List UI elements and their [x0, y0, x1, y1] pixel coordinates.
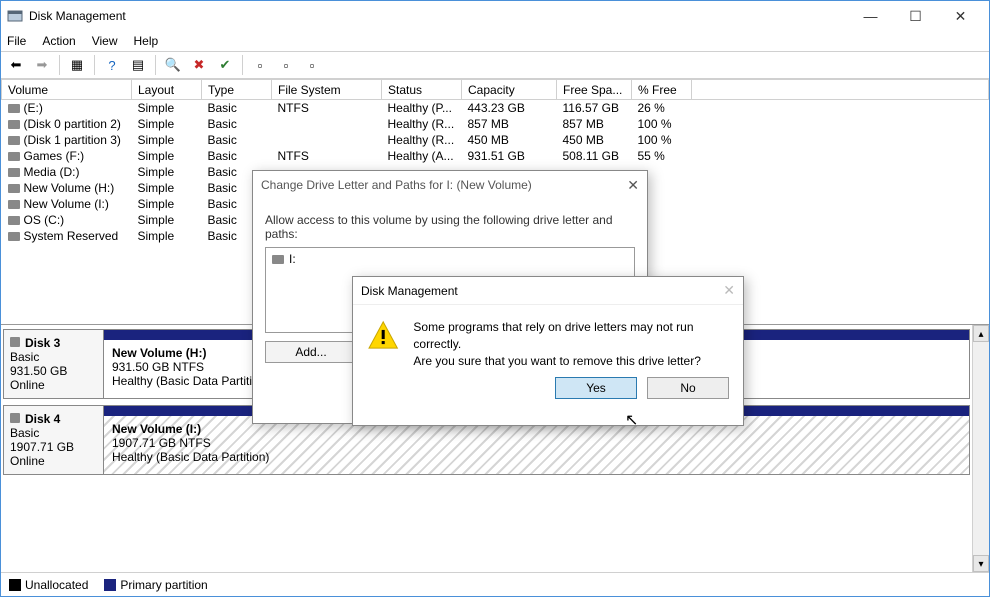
col-fs[interactable]: File System: [272, 80, 382, 100]
col-free[interactable]: Free Spa...: [557, 80, 632, 100]
yes-button[interactable]: Yes: [555, 377, 637, 399]
dialog-title: Change Drive Letter and Paths for I: (Ne…: [261, 178, 532, 192]
maximize-button[interactable]: ☐: [893, 2, 938, 30]
menu-bar: File Action View Help: [1, 31, 989, 51]
menu-help[interactable]: Help: [134, 34, 159, 48]
volume-row[interactable]: Games (F:)SimpleBasicNTFSHealthy (A...93…: [2, 148, 989, 164]
volume-icon: [8, 184, 20, 193]
search-icon[interactable]: 🔍: [162, 54, 184, 76]
swatch-unallocated: [9, 579, 21, 591]
forward-icon[interactable]: ➡: [31, 54, 53, 76]
confirm-remove-dialog: Disk Management ✕ Some programs that rel…: [352, 276, 744, 426]
volume-icon: [8, 168, 20, 177]
volume-row[interactable]: (Disk 0 partition 2)SimpleBasicHealthy (…: [2, 116, 989, 132]
col-layout[interactable]: Layout: [132, 80, 202, 100]
close-button[interactable]: ✕: [938, 2, 983, 30]
menu-action[interactable]: Action: [42, 34, 75, 48]
col-type[interactable]: Type: [202, 80, 272, 100]
legend-primary: Primary partition: [120, 578, 207, 592]
list-icon[interactable]: ▤: [127, 54, 149, 76]
volume-row[interactable]: (Disk 1 partition 3)SimpleBasicHealthy (…: [2, 132, 989, 148]
volume-icon: [8, 216, 20, 225]
menu-view[interactable]: View: [92, 34, 118, 48]
no-button[interactable]: No: [647, 377, 729, 399]
toolbar: ⬅ ➡ ▦ ? ▤ 🔍 ✖ ✔ ▫ ▫ ▫: [1, 51, 989, 79]
col-status[interactable]: Status: [382, 80, 462, 100]
properties-icon[interactable]: ▫: [301, 54, 323, 76]
scroll-up-icon[interactable]: ▴: [973, 325, 989, 342]
format-icon[interactable]: ▫: [275, 54, 297, 76]
minimize-button[interactable]: —: [848, 2, 893, 30]
window-title: Disk Management: [29, 9, 848, 23]
volume-icon: [8, 104, 20, 113]
dialog-close-icon[interactable]: ✕: [627, 177, 639, 194]
scrollbar[interactable]: ▴ ▾: [972, 325, 989, 572]
help-icon[interactable]: ?: [101, 54, 123, 76]
dialog-instruction: Allow access to this volume by using the…: [265, 213, 635, 241]
volume-icon: [8, 200, 20, 209]
add-button[interactable]: Add...: [265, 341, 357, 363]
col-pctfree[interactable]: % Free: [632, 80, 692, 100]
delete-icon[interactable]: ✖: [188, 54, 210, 76]
volume-icon: [8, 136, 20, 145]
disk-label[interactable]: Disk 4Basic1907.71 GBOnline: [4, 406, 104, 474]
grid-icon[interactable]: ▦: [66, 54, 88, 76]
confirm-close-icon[interactable]: ✕: [723, 282, 735, 299]
volume-icon: [8, 232, 20, 241]
menu-file[interactable]: File: [7, 34, 26, 48]
volume-icon: [8, 152, 20, 161]
swatch-primary: [104, 579, 116, 591]
scroll-down-icon[interactable]: ▾: [973, 555, 989, 572]
app-icon: [7, 8, 23, 24]
window-controls: — ☐ ✕: [848, 2, 983, 30]
volume-row[interactable]: (E:)SimpleBasicNTFSHealthy (P...443.23 G…: [2, 100, 989, 117]
titlebar: Disk Management — ☐ ✕: [1, 1, 989, 31]
legend-unallocated: Unallocated: [25, 578, 88, 592]
drive-entry[interactable]: I:: [272, 252, 296, 266]
disk-label[interactable]: Disk 3Basic931.50 GBOnline: [4, 330, 104, 398]
warning-icon: [367, 319, 399, 353]
volume-icon: [8, 120, 20, 129]
legend: Unallocated Primary partition: [1, 572, 989, 596]
confirm-dialog-title: Disk Management: [361, 284, 458, 298]
check-icon[interactable]: ✔: [214, 54, 236, 76]
col-capacity[interactable]: Capacity: [462, 80, 557, 100]
new-partition-icon[interactable]: ▫: [249, 54, 271, 76]
col-volume[interactable]: Volume: [2, 80, 132, 100]
back-icon[interactable]: ⬅: [5, 54, 27, 76]
confirm-message: Some programs that rely on drive letters…: [413, 319, 729, 369]
